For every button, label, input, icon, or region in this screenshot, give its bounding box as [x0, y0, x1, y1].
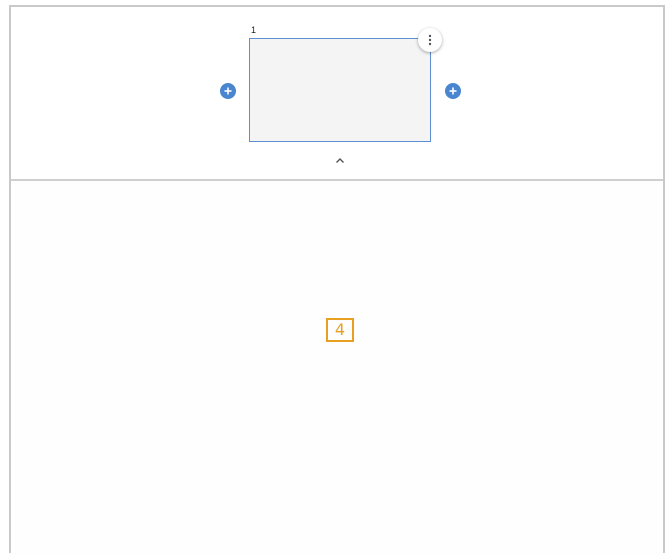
add-circle-icon: [224, 87, 232, 95]
add-slide-before-button[interactable]: [220, 83, 236, 99]
slide-more-button[interactable]: [418, 28, 442, 52]
slide-number: 1: [251, 25, 257, 35]
add-slide-after-button[interactable]: [445, 83, 461, 99]
chevron-up-icon: [336, 157, 344, 163]
collapse-panel-button[interactable]: [331, 153, 349, 167]
add-circle-icon: [449, 87, 457, 95]
editor-frame: 1 4: [9, 5, 665, 555]
more-vert-icon: [428, 34, 432, 46]
slide-canvas[interactable]: 4: [11, 181, 663, 555]
annotation-marker: 4: [326, 318, 354, 342]
slide-sorter-panel: 1: [11, 7, 663, 181]
slide-thumbnail[interactable]: [249, 38, 431, 142]
